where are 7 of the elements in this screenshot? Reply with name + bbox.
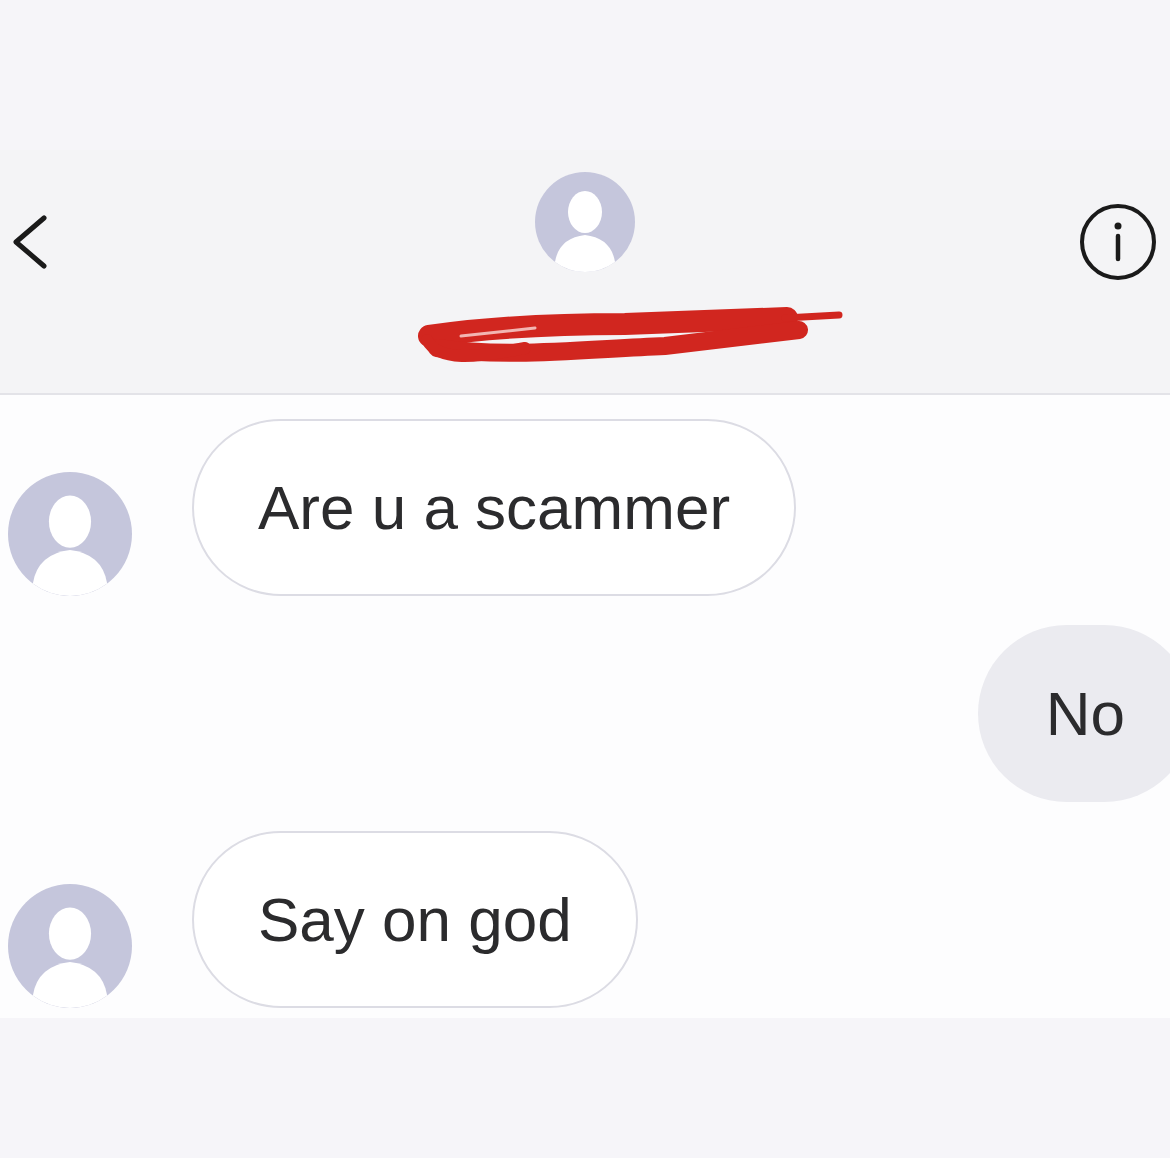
message-bubble: Say on god xyxy=(192,831,638,1008)
info-icon[interactable] xyxy=(1078,202,1158,282)
message-bubble: No xyxy=(977,625,1170,802)
message-bubble: Are u a scammer xyxy=(192,419,797,596)
avatar-icon xyxy=(8,884,132,1008)
back-icon[interactable] xyxy=(10,214,50,270)
avatar-icon xyxy=(8,472,132,596)
